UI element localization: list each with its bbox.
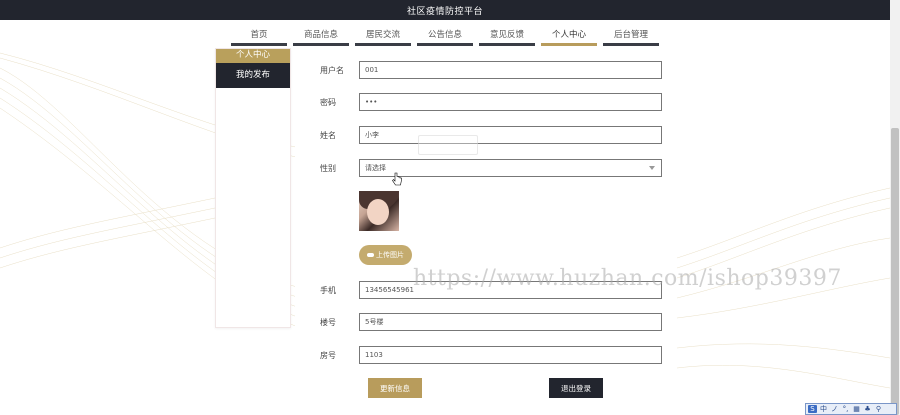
- ime-tools-icon[interactable]: ⚲: [874, 405, 883, 413]
- avatar-face: [367, 199, 389, 225]
- name-row: 姓名 小李: [295, 126, 677, 144]
- ime-keyboard-icon[interactable]: ▦: [852, 405, 861, 413]
- nav-item-home[interactable]: 首页: [231, 28, 287, 46]
- nav-item-personal-center[interactable]: 个人中心: [541, 28, 597, 46]
- gender-select-placeholder: 请选择: [365, 164, 386, 172]
- username-label: 用户名: [320, 66, 344, 75]
- nav-item-feedback[interactable]: 意见反馈: [479, 28, 535, 46]
- cloud-upload-icon: [367, 253, 374, 257]
- username-input[interactable]: 001: [359, 61, 662, 79]
- gender-label: 性别: [320, 164, 336, 173]
- ime-skin-icon[interactable]: ♣: [863, 405, 872, 413]
- sidebar-item-personal-center[interactable]: 个人中心: [216, 49, 290, 63]
- gender-row: 性别 请选择: [295, 159, 677, 177]
- name-input[interactable]: 小李: [359, 126, 662, 144]
- ime-logo-icon: S: [808, 405, 817, 413]
- password-row: 密码 •••: [295, 93, 677, 111]
- password-input[interactable]: •••: [359, 93, 662, 111]
- ime-moon-icon[interactable]: ノ: [830, 404, 839, 414]
- ime-toolbar[interactable]: S 中 ノ °, ▦ ♣ ⚲: [805, 403, 897, 415]
- room-input[interactable]: 1103: [359, 346, 662, 364]
- building-input[interactable]: 5号楼: [359, 313, 662, 331]
- nav-item-announcements[interactable]: 公告信息: [417, 28, 473, 46]
- phone-label: 手机: [320, 286, 336, 295]
- room-row: 房号 1103: [295, 346, 677, 364]
- site-title: 社区疫情防控平台: [406, 6, 483, 17]
- sidebar-item-my-posts[interactable]: 我的发布: [216, 63, 290, 88]
- ime-punctuation-icon[interactable]: °,: [841, 405, 850, 413]
- password-label: 密码: [320, 98, 336, 107]
- nav-item-admin[interactable]: 后台管理: [603, 28, 659, 46]
- chevron-down-icon: [649, 166, 655, 170]
- username-row: 用户名 001: [295, 61, 677, 79]
- avatar-image: [359, 191, 399, 231]
- profile-form-panel: 用户名 001 密码 ••• 姓名 小李 性别 请选择 上传图片 手机 1345…: [295, 48, 677, 415]
- main-nav: 首页 商品信息 居民交流 公告信息 意见反馈 个人中心 后台管理: [0, 20, 890, 48]
- phone-row: 手机 13456545961: [295, 281, 677, 299]
- logout-button[interactable]: 退出登录: [549, 378, 603, 398]
- nav-item-residents-chat[interactable]: 居民交流: [355, 28, 411, 46]
- phone-input[interactable]: 13456545961: [359, 281, 662, 299]
- tooltip-ghost: [418, 135, 478, 155]
- ime-mode-chinese[interactable]: 中: [819, 404, 828, 414]
- update-info-button[interactable]: 更新信息: [368, 378, 422, 398]
- sidebar: 个人中心 我的发布: [215, 48, 291, 328]
- building-row: 楼号 5号楼: [295, 313, 677, 331]
- scrollbar-thumb[interactable]: [891, 128, 899, 415]
- nav-item-products[interactable]: 商品信息: [293, 28, 349, 46]
- building-label: 楼号: [320, 318, 336, 327]
- upload-image-label: 上传图片: [376, 251, 404, 259]
- mouse-pointer-icon: [392, 172, 402, 186]
- room-label: 房号: [320, 351, 336, 360]
- upload-image-button[interactable]: 上传图片: [359, 245, 412, 265]
- name-label: 姓名: [320, 131, 336, 140]
- top-header-bar: 社区疫情防控平台: [0, 0, 890, 20]
- gender-select[interactable]: 请选择: [359, 159, 662, 177]
- page-scrollbar[interactable]: [890, 0, 900, 415]
